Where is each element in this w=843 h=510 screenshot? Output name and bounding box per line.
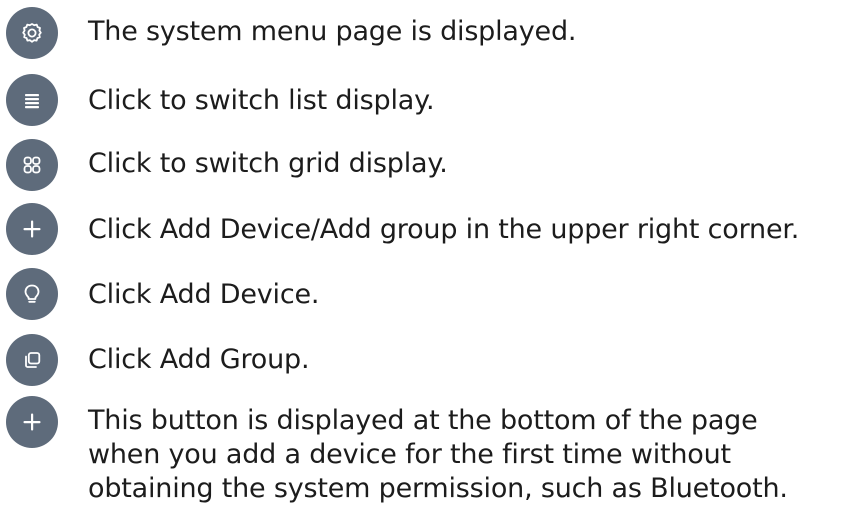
plus-icon [6,203,58,255]
plus-icon [6,396,58,448]
item-text-list-display: Click to switch list display. [88,85,435,116]
item-text-permission-line-1: This button is displayed at the bottom o… [88,405,758,436]
group-icon [6,334,58,386]
gear-icon [6,7,58,59]
item-text-add-group: Click Add Group. [88,344,310,375]
lightbulb-icon [6,268,58,320]
grid-icon [6,139,58,191]
item-text-add-device-group: Click Add Device/Add group in the upper … [88,214,800,245]
list-icon [6,74,58,126]
item-text-add-device: Click Add Device. [88,279,320,310]
item-text-system-menu: The system menu page is displayed. [88,16,577,47]
item-text-permission-line-2: when you add a device for the first time… [88,439,731,470]
item-text-grid-display: Click to switch grid display. [88,148,448,179]
item-text-permission-line-3: obtaining the system permission, such as… [88,473,788,504]
